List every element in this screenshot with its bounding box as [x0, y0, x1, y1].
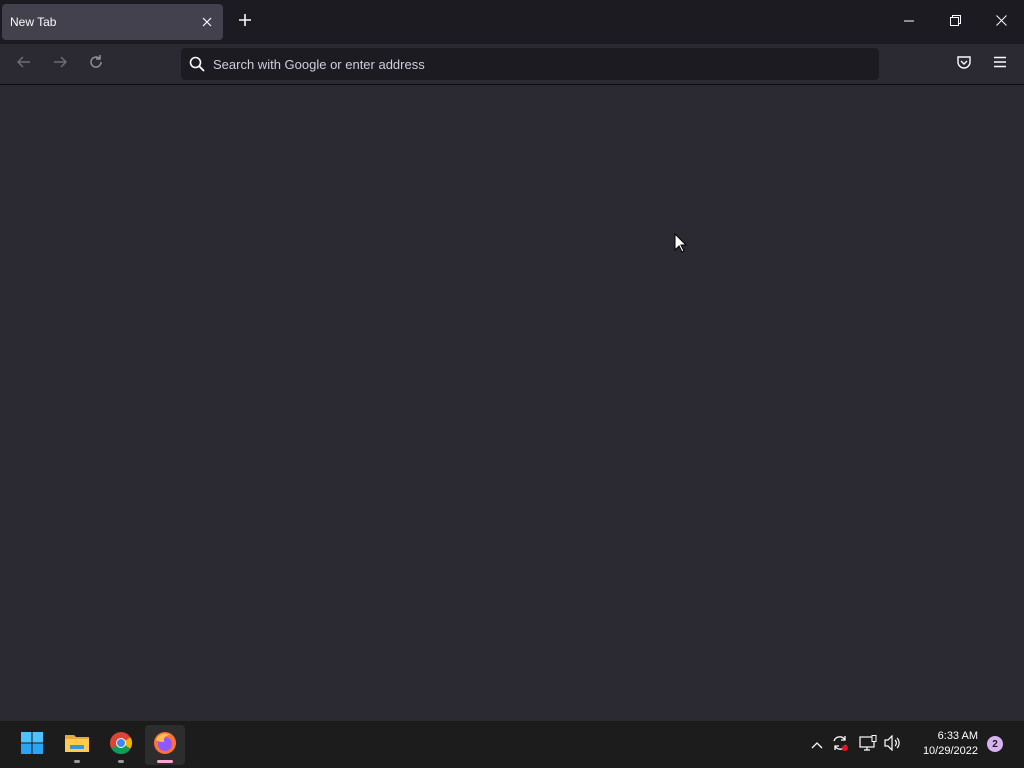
volume-icon [884, 734, 902, 756]
restore-icon [949, 13, 961, 31]
minimize-button[interactable] [886, 0, 932, 44]
plus-icon [238, 13, 252, 32]
tab-title: New Tab [10, 15, 57, 29]
show-hidden-icons-button[interactable] [807, 733, 827, 757]
file-explorer-icon [64, 731, 90, 760]
clock-date: 10/29/2022 [922, 745, 978, 757]
taskbar-firefox[interactable] [145, 725, 185, 765]
back-button[interactable] [12, 52, 36, 76]
sync-tray-button[interactable] [830, 733, 850, 757]
chevron-up-icon [811, 736, 823, 754]
clock-time: 6:33 AM [937, 730, 978, 742]
sync-icon [831, 734, 849, 757]
pocket-button[interactable] [952, 52, 976, 76]
tab-new-tab[interactable]: New Tab [2, 4, 223, 40]
address-bar[interactable] [181, 48, 879, 80]
start-button[interactable] [12, 725, 52, 765]
system-clock[interactable]: 6:33 AM 10/29/2022 [908, 729, 978, 759]
minimize-icon [904, 13, 914, 31]
mouse-cursor-icon [674, 232, 688, 253]
reload-icon [88, 54, 104, 75]
pocket-icon [956, 54, 972, 75]
new-tab-button[interactable] [233, 10, 257, 34]
taskbar-chrome[interactable] [101, 725, 141, 765]
volume-tray-button[interactable] [883, 733, 903, 757]
notification-badge[interactable]: 2 [987, 736, 1003, 752]
network-icon [859, 734, 877, 756]
reload-button[interactable] [84, 52, 108, 76]
active-indicator [157, 760, 173, 763]
chrome-icon [109, 731, 133, 760]
close-icon [995, 13, 1007, 31]
page-content [0, 85, 1024, 720]
app-menu-button[interactable] [988, 52, 1012, 76]
hamburger-menu-icon [993, 55, 1007, 73]
window-close-button[interactable] [978, 0, 1024, 44]
windows-start-icon [20, 731, 44, 760]
running-indicator [74, 760, 80, 763]
tab-strip: New Tab [0, 0, 1024, 44]
search-icon [189, 56, 205, 72]
search-input[interactable] [213, 54, 853, 74]
network-tray-button[interactable] [858, 733, 878, 757]
navigation-toolbar [0, 44, 1024, 85]
taskbar: 6:33 AM 10/29/2022 [0, 720, 1024, 768]
close-icon[interactable] [199, 14, 215, 30]
firefox-icon [153, 731, 177, 760]
forward-arrow-icon [52, 54, 68, 75]
back-arrow-icon [16, 54, 32, 75]
forward-button[interactable] [48, 52, 72, 76]
taskbar-file-explorer[interactable] [57, 725, 97, 765]
restore-button[interactable] [932, 0, 978, 44]
running-indicator [118, 760, 124, 763]
